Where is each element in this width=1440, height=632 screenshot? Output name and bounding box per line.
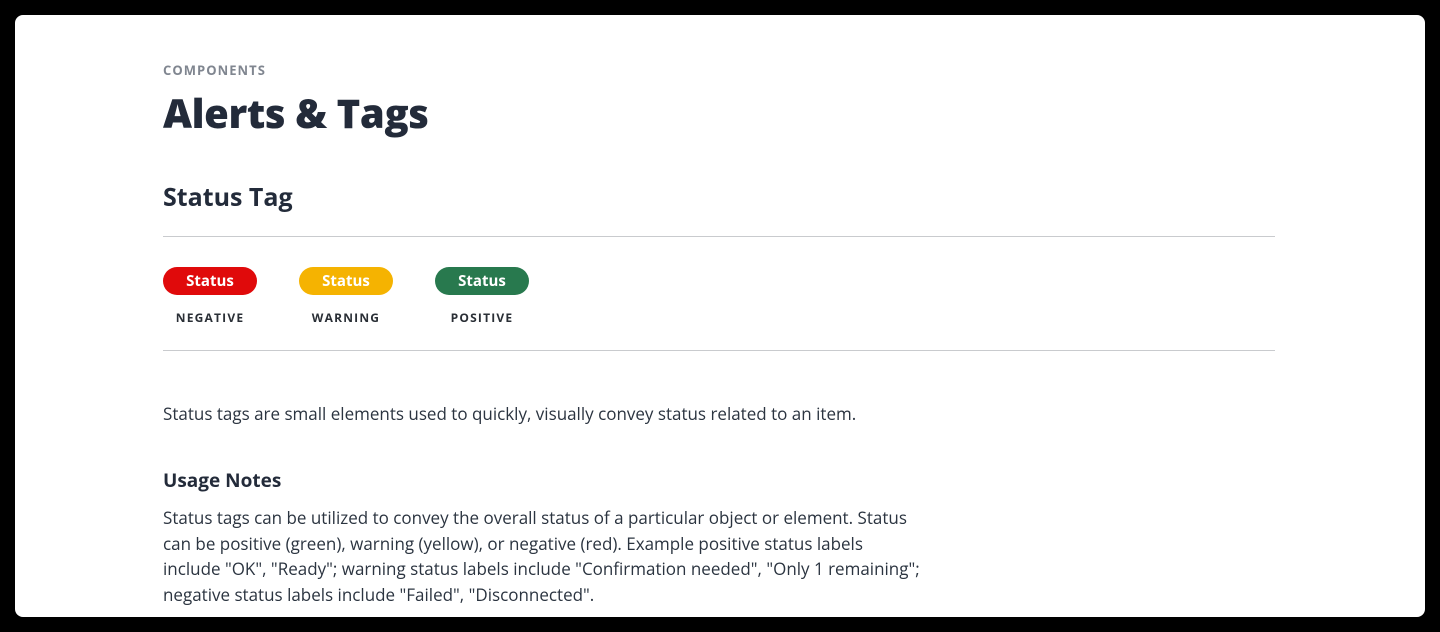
status-tag-label-warning: WARNING <box>312 309 380 326</box>
page-title: Alerts & Tags <box>163 85 1275 140</box>
status-tag-positive: Status <box>435 267 529 295</box>
status-tag-example-positive: Status POSITIVE <box>435 267 529 326</box>
section-description: Status tags are small elements used to q… <box>163 401 1275 427</box>
usage-notes-title: Usage Notes <box>163 467 1275 493</box>
status-tag-negative: Status <box>163 267 257 295</box>
divider <box>163 350 1275 351</box>
status-tag-example-negative: Status NEGATIVE <box>163 267 257 326</box>
usage-notes-body: Status tags can be utilized to convey th… <box>163 505 923 607</box>
status-tag-examples: Status NEGATIVE Status WARNING Status PO… <box>163 237 1275 350</box>
doc-page: COMPONENTS Alerts & Tags Status Tag Stat… <box>15 15 1425 617</box>
eyebrow: COMPONENTS <box>163 61 1275 79</box>
status-tag-label-negative: NEGATIVE <box>176 309 245 326</box>
status-tag-warning: Status <box>299 267 393 295</box>
status-tag-label-positive: POSITIVE <box>451 309 514 326</box>
section-title: Status Tag <box>163 180 1275 214</box>
status-tag-example-warning: Status WARNING <box>299 267 393 326</box>
